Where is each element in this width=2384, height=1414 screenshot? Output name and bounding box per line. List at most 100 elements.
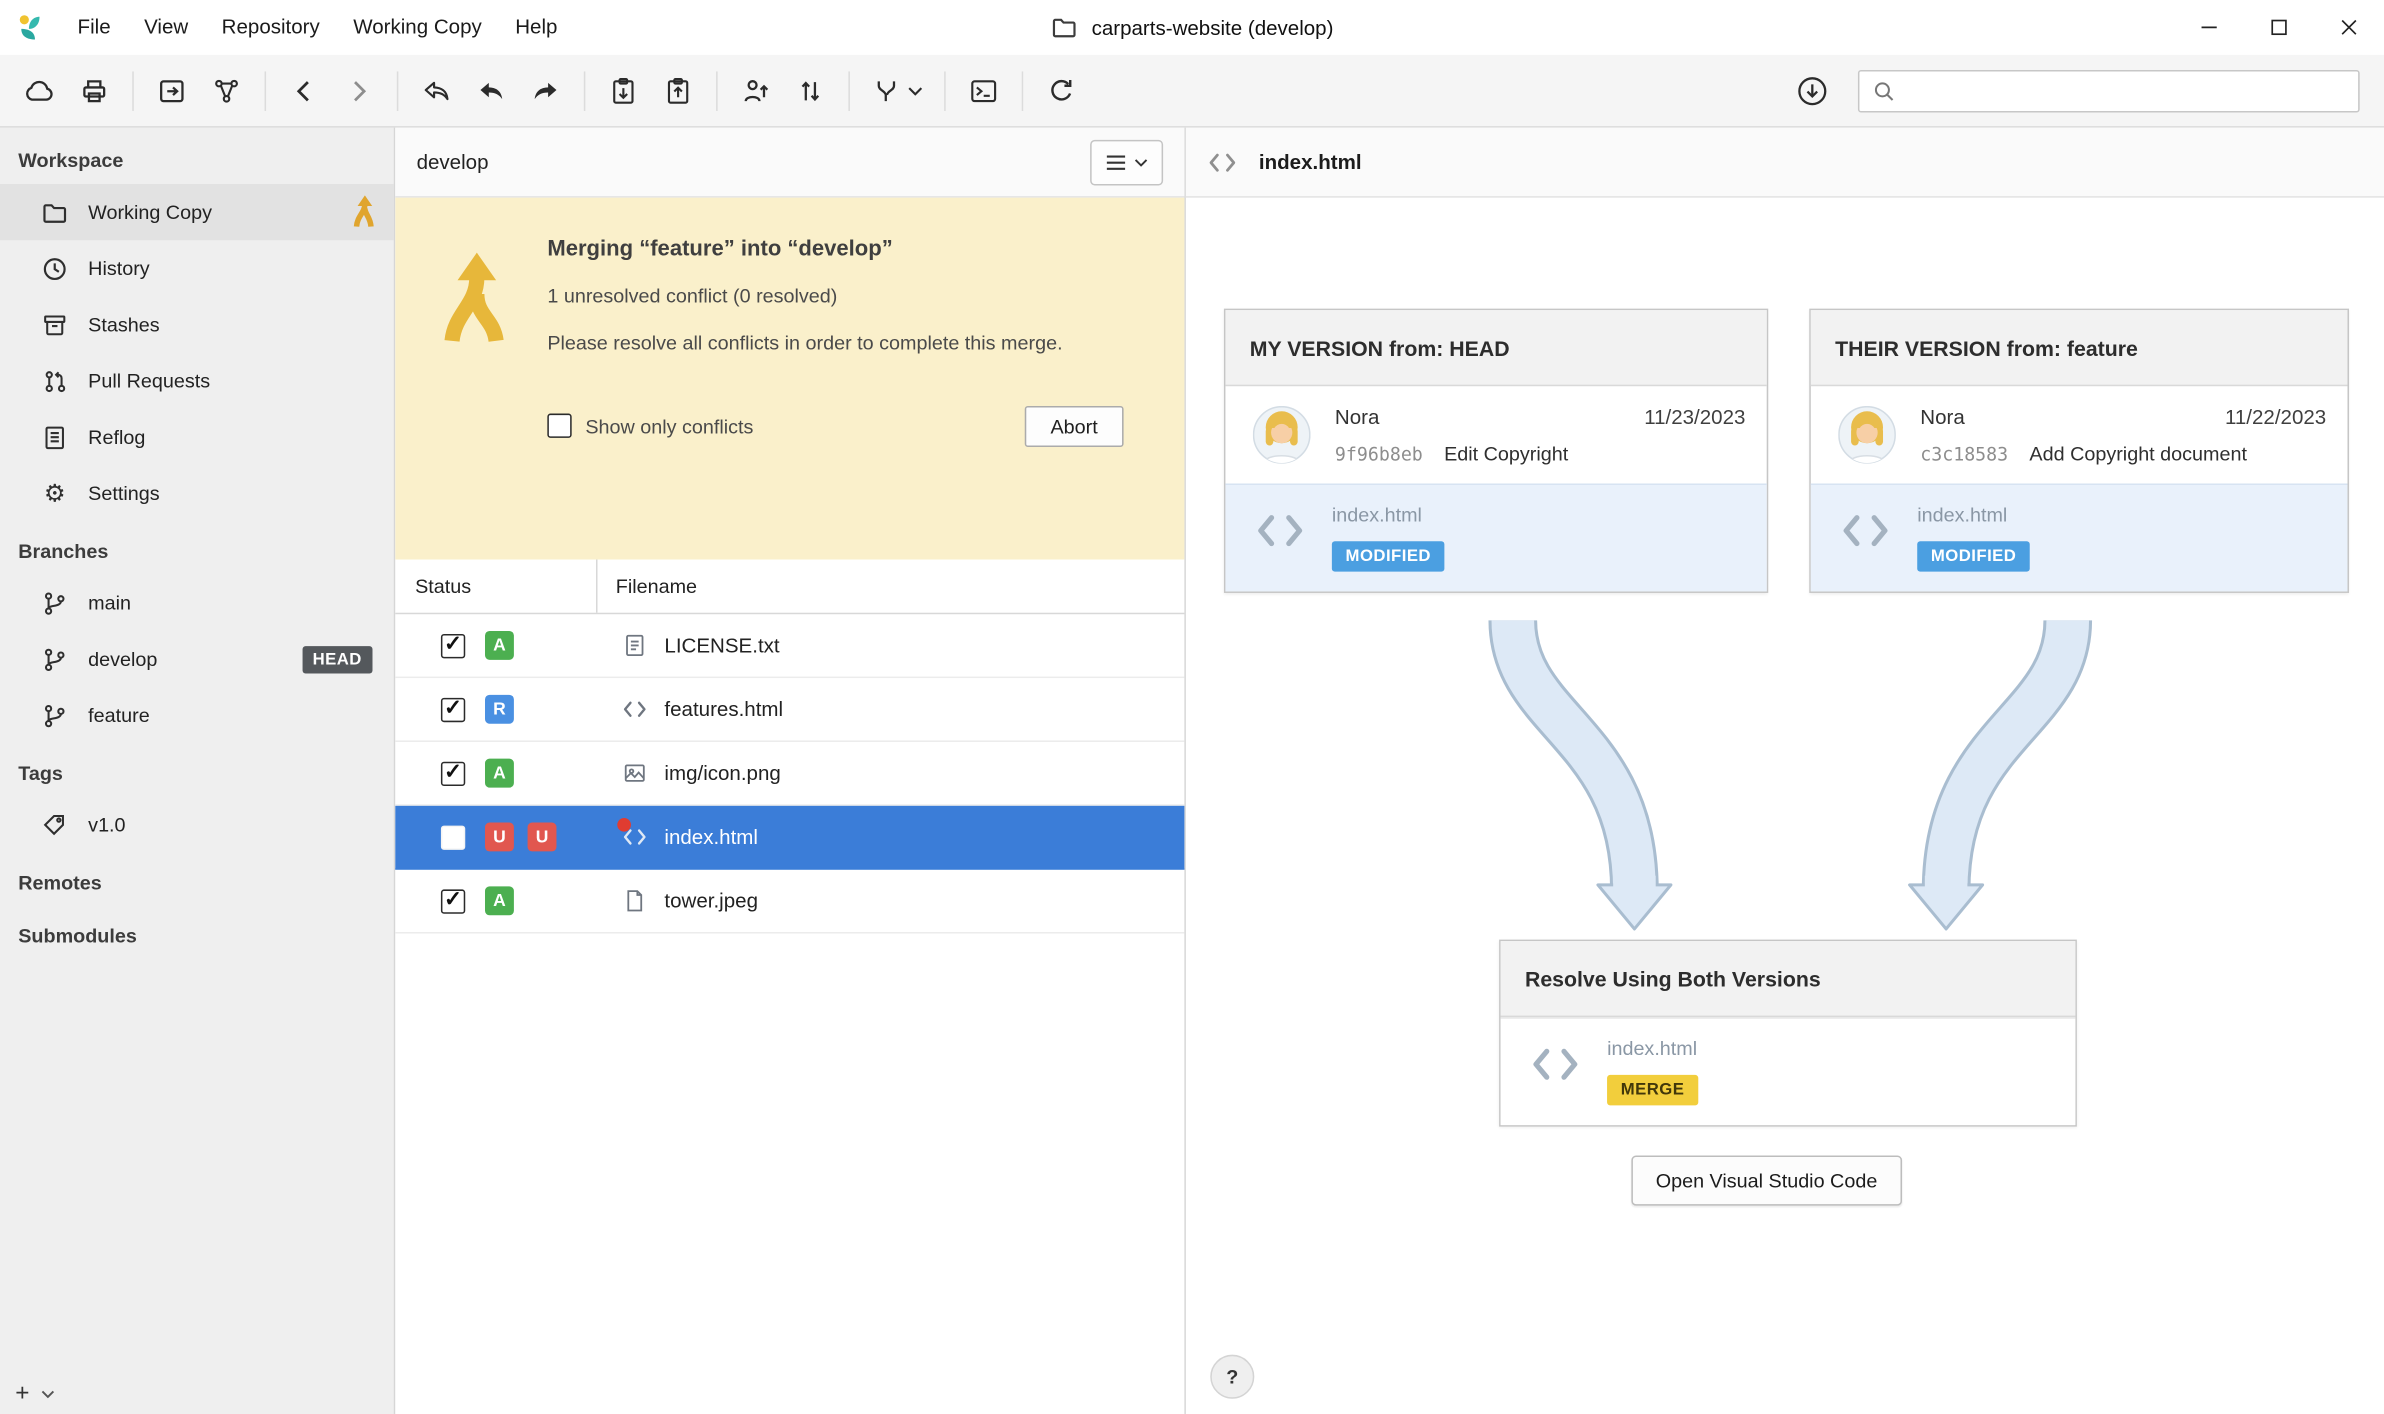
- hamburger-icon: [1105, 153, 1126, 171]
- menu-view[interactable]: View: [127, 0, 205, 55]
- minimize-button[interactable]: [2174, 0, 2244, 55]
- chevron-down-icon: [1134, 157, 1148, 166]
- sidebar-item-label: History: [88, 257, 150, 280]
- stage-checkbox[interactable]: [441, 761, 465, 785]
- merge-banner-body: Merging “feature” into “develop” 1 unres…: [547, 228, 1123, 559]
- file-row-tower[interactable]: A tower.jpeg: [395, 870, 1184, 934]
- help-button[interactable]: ?: [1210, 1355, 1254, 1399]
- menu-repository[interactable]: Repository: [205, 0, 337, 55]
- status-badge-added: A: [485, 759, 514, 788]
- folder-icon: [1051, 14, 1078, 41]
- toolbar-separator: [716, 71, 718, 111]
- author-name: Nora: [1920, 406, 1964, 429]
- file-row-features[interactable]: R features.html: [395, 678, 1184, 742]
- branch-label: develop: [88, 648, 157, 671]
- stash-save-button[interactable]: [596, 63, 651, 118]
- status-cell: R: [395, 695, 596, 724]
- menu-help[interactable]: Help: [499, 0, 575, 55]
- their-version-author-row: Nora 11/22/2023 c3c18583 Add Copyright d…: [1811, 386, 2348, 483]
- cloud-button[interactable]: [12, 63, 67, 118]
- file-generic-icon: [622, 888, 648, 914]
- code-file-icon: [1528, 1038, 1583, 1090]
- status-badge-renamed: R: [485, 695, 514, 724]
- sidebar-item-working-copy[interactable]: Working Copy: [0, 184, 394, 240]
- status-cell: A: [395, 631, 596, 660]
- toolbar: [0, 55, 2384, 128]
- person-up-button[interactable]: [728, 63, 783, 118]
- open-vscode-button[interactable]: Open Visual Studio Code: [1631, 1156, 1901, 1206]
- menu-working-copy[interactable]: Working Copy: [337, 0, 499, 55]
- search-input[interactable]: [1907, 79, 2346, 102]
- toolbar-separator: [265, 71, 267, 111]
- network-button[interactable]: [199, 63, 254, 118]
- chevron-down-icon[interactable]: [42, 1390, 56, 1399]
- commit-message: Add Copyright document: [2029, 442, 2247, 465]
- close-button[interactable]: [2314, 0, 2384, 55]
- show-only-conflicts-checkbox[interactable]: [547, 414, 571, 438]
- current-branch-label: develop: [417, 151, 489, 174]
- share-outline-button[interactable]: [409, 63, 464, 118]
- stage-checkbox[interactable]: [441, 697, 465, 721]
- sidebar-tag-v1[interactable]: v1.0: [0, 797, 394, 853]
- refresh-button[interactable]: [1034, 63, 1089, 118]
- chevron-right-icon: [344, 75, 374, 105]
- menu-file[interactable]: File: [61, 0, 128, 55]
- terminal-icon: [968, 75, 998, 105]
- sidebar-item-settings[interactable]: ⚙ Settings: [0, 465, 394, 521]
- code-file-icon: [622, 696, 648, 722]
- conflict-dot-icon: [617, 818, 631, 832]
- resolve-both-versions-box[interactable]: Resolve Using Both Versions index.html M…: [1499, 940, 2077, 1127]
- merge-arrow-icon: [395, 228, 547, 559]
- open-repo-button[interactable]: [144, 63, 199, 118]
- curved-arrow-right-button[interactable]: [518, 63, 573, 118]
- my-version-title: MY VERSION from: HEAD: [1225, 310, 1766, 386]
- toolbar-right: [1785, 63, 2372, 118]
- branch-label: feature: [88, 704, 150, 727]
- stage-checkbox[interactable]: [441, 633, 465, 657]
- printer-button[interactable]: [67, 63, 122, 118]
- their-version-file-row: index.html MODIFIED: [1811, 483, 2348, 591]
- sidebar-branch-main[interactable]: main: [0, 575, 394, 631]
- file-row-index-selected[interactable]: U U index.html: [395, 806, 1184, 870]
- stage-checkbox[interactable]: [441, 825, 465, 849]
- list-options-button[interactable]: [1090, 139, 1163, 185]
- file-row-icon-png[interactable]: A img/icon.png: [395, 742, 1184, 806]
- sidebar-item-stashes[interactable]: Stashes: [0, 296, 394, 352]
- downloads-button[interactable]: [1785, 63, 1840, 118]
- sidebar-item-history[interactable]: History: [0, 240, 394, 296]
- tag-icon: [41, 811, 68, 838]
- sidebar-branch-develop[interactable]: develop HEAD: [0, 631, 394, 687]
- status-cell: A: [395, 759, 596, 788]
- box-arrow-icon: [157, 75, 187, 105]
- sidebar-item-label: Pull Requests: [88, 369, 210, 392]
- file-row-license[interactable]: A LICENSE.txt: [395, 614, 1184, 678]
- file-table-header: Status Filename: [395, 560, 1184, 615]
- author-name: Nora: [1335, 406, 1379, 429]
- back-button[interactable]: [277, 63, 332, 118]
- show-only-conflicts-option[interactable]: Show only conflicts: [547, 414, 753, 438]
- toolbar-separator: [848, 71, 850, 111]
- status-badge-added: A: [485, 886, 514, 915]
- stage-checkbox[interactable]: [441, 889, 465, 913]
- file-name: index.html: [1917, 503, 2007, 526]
- curved-arrow-left-button[interactable]: [464, 63, 519, 118]
- maximize-button[interactable]: [2244, 0, 2314, 55]
- sidebar-item-pull-requests[interactable]: Pull Requests: [0, 353, 394, 409]
- sidebar-item-reflog[interactable]: Reflog: [0, 409, 394, 465]
- forward-button[interactable]: [331, 63, 386, 118]
- app-logo-icon: [0, 12, 61, 42]
- middle-panel-header: develop: [395, 128, 1184, 198]
- push-pull-button[interactable]: [783, 63, 838, 118]
- stash-pop-button[interactable]: [651, 63, 706, 118]
- commit-message: Edit Copyright: [1444, 442, 1568, 465]
- abort-button[interactable]: Abort: [1025, 406, 1124, 447]
- clock-icon: [41, 255, 68, 282]
- filename-cell: LICENSE.txt: [596, 632, 1184, 658]
- add-button[interactable]: +: [15, 1381, 29, 1408]
- sidebar-branch-feature[interactable]: feature: [0, 687, 394, 743]
- terminal-button[interactable]: [956, 63, 1011, 118]
- filename-text: tower.jpeg: [664, 889, 758, 912]
- merge-tool-button[interactable]: [861, 63, 934, 118]
- filename-column-header: Filename: [596, 560, 1184, 613]
- arrows-up-down-icon: [795, 75, 825, 105]
